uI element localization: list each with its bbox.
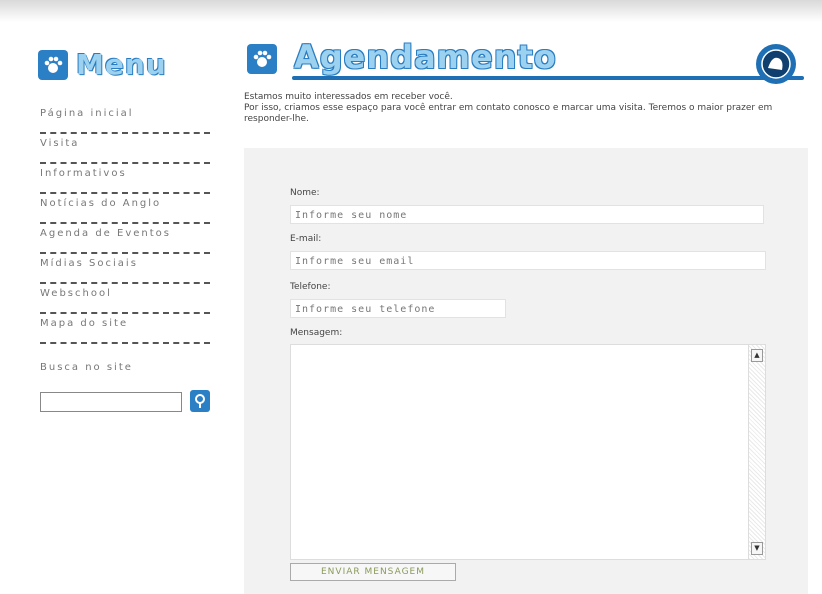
search-input[interactable] bbox=[40, 392, 182, 412]
page-title: Agendamento bbox=[294, 38, 557, 76]
header-paw-icon bbox=[247, 44, 277, 74]
intro-text: Estamos muito interessados em receber vo… bbox=[244, 92, 804, 125]
email-field[interactable]: Informe seu email bbox=[290, 251, 766, 270]
menu-item-midias-sociais[interactable]: Mídias Sociais bbox=[40, 254, 210, 284]
school-logo-icon bbox=[756, 44, 796, 84]
paw-icon bbox=[38, 49, 68, 80]
intro-line-1: Estamos muito interessados em receber vo… bbox=[244, 92, 453, 102]
menu-item-noticias[interactable]: Notícias do Anglo bbox=[40, 194, 210, 224]
send-message-button[interactable]: ENVIAR MENSAGEM bbox=[290, 563, 456, 581]
name-field[interactable]: Informe seu nome bbox=[290, 205, 764, 224]
email-label: E-mail: bbox=[290, 234, 322, 244]
menu-title: Menu bbox=[76, 48, 167, 81]
menu-item-agenda-eventos[interactable]: Agenda de Eventos bbox=[40, 224, 210, 254]
name-label: Nome: bbox=[290, 188, 320, 198]
menu-item-pagina-inicial[interactable]: Página inicial bbox=[40, 104, 210, 134]
search-button[interactable] bbox=[190, 390, 210, 412]
menu-header: Menu bbox=[38, 48, 167, 81]
phone-label: Telefone: bbox=[290, 282, 331, 292]
menu-list: Página inicial Visita Informativos Notíc… bbox=[40, 104, 210, 344]
scroll-down-arrow-icon[interactable]: ▼ bbox=[751, 542, 763, 555]
search-icon bbox=[195, 394, 205, 408]
message-scrollbar[interactable]: ▲ ▼ bbox=[748, 345, 765, 559]
scroll-up-arrow-icon[interactable]: ▲ bbox=[751, 349, 763, 362]
search-label: Busca no site bbox=[40, 362, 133, 373]
title-underline bbox=[292, 76, 804, 80]
menu-item-mapa-site[interactable]: Mapa do site bbox=[40, 314, 210, 344]
phone-field[interactable]: Informe seu telefone bbox=[290, 299, 506, 318]
intro-line-2: Por isso, criamos esse espaço para você … bbox=[244, 103, 773, 124]
menu-item-informativos[interactable]: Informativos bbox=[40, 164, 210, 194]
menu-item-visita[interactable]: Visita bbox=[40, 134, 210, 164]
top-shadow bbox=[0, 0, 822, 22]
message-label: Mensagem: bbox=[290, 328, 343, 338]
menu-item-webschool[interactable]: Webschool bbox=[40, 284, 210, 314]
message-textarea[interactable]: ▲ ▼ bbox=[290, 344, 766, 560]
